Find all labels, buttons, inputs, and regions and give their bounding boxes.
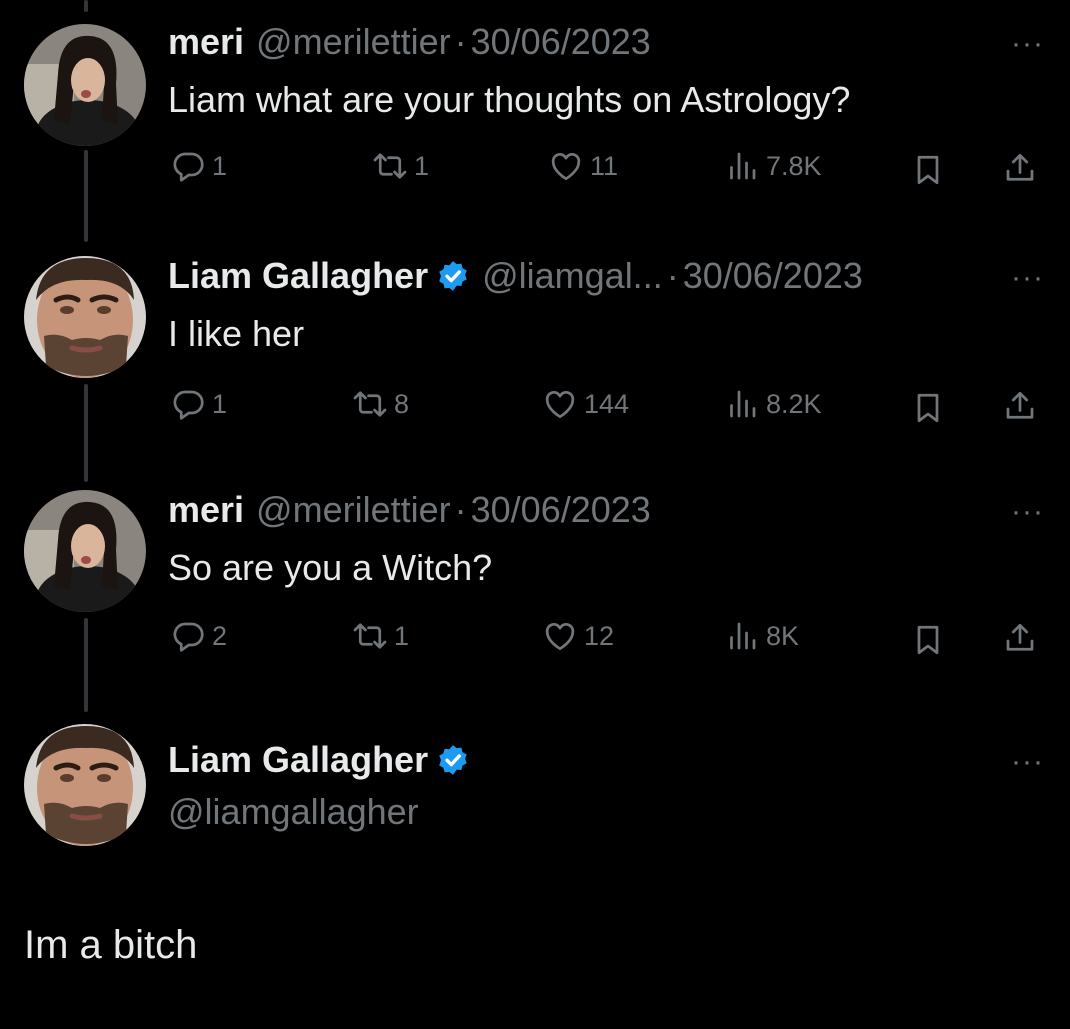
tweet-text: Liam what are your thoughts on Astrology… <box>168 79 851 120</box>
display-name[interactable]: meri <box>168 20 244 64</box>
tweet-text: I like her <box>168 313 305 354</box>
bookmark-icon <box>910 390 946 426</box>
like-icon <box>542 618 578 654</box>
reply-button[interactable]: 2 <box>170 618 227 654</box>
tweet-date[interactable]: 30/06/2023 <box>471 488 651 532</box>
retweet-count: 8 <box>394 389 410 419</box>
more-icon[interactable]: ··· <box>1011 497 1044 527</box>
avatar-liam-gallagher[interactable] <box>24 256 146 378</box>
reply-icon <box>170 386 206 422</box>
avatar-meri[interactable] <box>24 490 146 612</box>
reply-icon <box>170 148 206 184</box>
bookmark-icon <box>910 152 946 188</box>
like-button[interactable]: 12 <box>542 618 614 654</box>
reply-count: 1 <box>212 389 228 419</box>
tweet-header: Liam Gallagher <box>168 738 470 782</box>
reply-icon <box>170 618 206 654</box>
tweet-header: meri @merilettier · 30/06/2023 <box>168 20 651 64</box>
share-icon <box>1002 388 1038 424</box>
like-count: 144 <box>584 389 630 419</box>
bookmark-button[interactable] <box>910 390 946 426</box>
separator-dot: · <box>666 255 679 296</box>
views-button[interactable]: 8K <box>724 618 799 654</box>
retweet-icon <box>352 618 388 654</box>
views-button[interactable]: 8.2K <box>724 386 822 422</box>
more-icon[interactable]: ··· <box>1011 263 1044 293</box>
retweet-icon <box>352 386 388 422</box>
bookmark-button[interactable] <box>910 622 946 658</box>
bookmark-icon <box>910 622 946 658</box>
avatar-meri[interactable] <box>24 24 146 146</box>
retweet-button[interactable]: 1 <box>372 148 429 184</box>
user-handle[interactable]: @merilettier <box>256 488 451 532</box>
share-button[interactable] <box>1002 388 1038 424</box>
verified-badge-icon <box>436 743 470 777</box>
retweet-icon <box>372 148 408 184</box>
share-icon <box>1002 150 1038 186</box>
share-icon <box>1002 620 1038 656</box>
like-button[interactable]: 11 <box>548 148 618 184</box>
display-name[interactable]: Liam Gallagher <box>168 254 428 298</box>
more-icon[interactable]: ··· <box>1011 747 1044 777</box>
like-icon <box>548 148 584 184</box>
tweet-text: Im a bitch <box>24 923 198 967</box>
views-button[interactable]: 7.8K <box>724 148 822 184</box>
avatar-liam-gallagher[interactable] <box>24 724 146 846</box>
tweet-header: Liam Gallagher @liamgal... · 30/06/2023 <box>168 254 863 298</box>
views-icon <box>724 618 760 654</box>
thread-line <box>84 150 88 242</box>
thread-line <box>84 618 88 712</box>
reply-button[interactable]: 1 <box>170 386 227 422</box>
display-name[interactable]: meri <box>168 488 244 532</box>
user-handle[interactable]: @merilettier <box>256 20 451 64</box>
like-count: 11 <box>590 151 619 181</box>
share-button[interactable] <box>1002 620 1038 656</box>
retweet-button[interactable]: 8 <box>352 386 409 422</box>
user-handle[interactable]: @liamgal... <box>482 254 663 298</box>
views-count: 7.8K <box>766 151 822 181</box>
views-icon <box>724 386 760 422</box>
separator-dot: · <box>454 489 467 530</box>
like-count: 12 <box>584 621 615 651</box>
retweet-count: 1 <box>394 621 410 651</box>
views-count: 8K <box>766 621 800 651</box>
more-icon[interactable]: ··· <box>1011 29 1044 59</box>
tweet-text: So are you a Witch? <box>168 547 493 588</box>
thread-line <box>84 0 88 12</box>
share-button[interactable] <box>1002 150 1038 186</box>
reply-count: 2 <box>212 621 228 651</box>
user-handle[interactable]: @liamgallagher <box>168 790 419 834</box>
reply-count: 1 <box>212 151 228 181</box>
separator-dot: · <box>454 21 467 62</box>
views-icon <box>724 148 760 184</box>
tweet-header: meri @merilettier · 30/06/2023 <box>168 488 651 532</box>
like-button[interactable]: 144 <box>542 386 629 422</box>
bookmark-button[interactable] <box>910 152 946 188</box>
like-icon <box>542 386 578 422</box>
thread-line <box>84 384 88 482</box>
views-count: 8.2K <box>766 389 822 419</box>
reply-button[interactable]: 1 <box>170 148 227 184</box>
retweet-count: 1 <box>414 151 430 181</box>
retweet-button[interactable]: 1 <box>352 618 409 654</box>
tweet-date[interactable]: 30/06/2023 <box>471 20 651 64</box>
verified-badge-icon <box>436 259 470 293</box>
display-name[interactable]: Liam Gallagher <box>168 738 428 782</box>
tweet-date[interactable]: 30/06/2023 <box>683 254 863 298</box>
